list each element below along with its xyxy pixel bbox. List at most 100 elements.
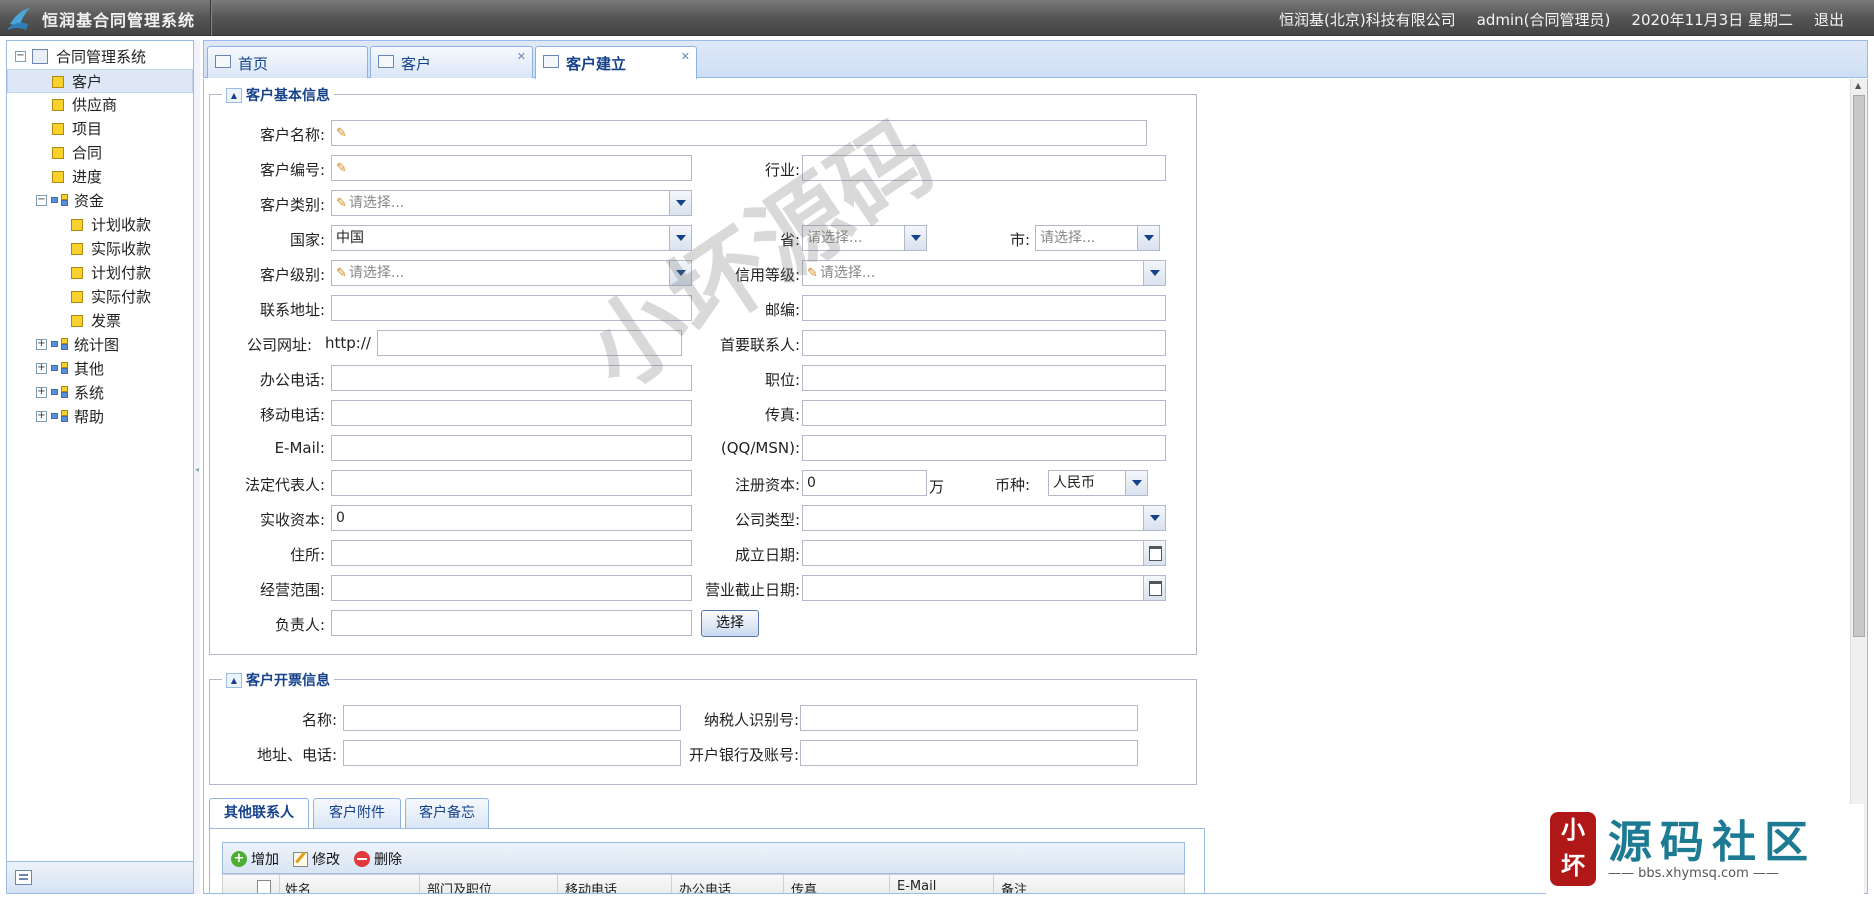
delete-button[interactable]: 删除 — [354, 849, 402, 869]
tab-home[interactable]: 首页 — [207, 46, 368, 78]
tree-item-progress[interactable]: 进度 — [7, 165, 193, 189]
dropdown-arrow-icon[interactable] — [1125, 471, 1147, 495]
tree-item-contract[interactable]: 合同 — [7, 141, 193, 165]
registered-capital-input[interactable]: 0 — [802, 470, 927, 496]
position-input[interactable] — [802, 365, 1166, 391]
tab-other-contacts[interactable]: 其他联系人 — [209, 798, 309, 829]
expiry-date-input[interactable] — [802, 575, 1166, 601]
label-legal-rep: 法定代表人: — [244, 476, 325, 494]
dropdown-arrow-icon[interactable] — [669, 261, 691, 285]
tree-item-planned-payment[interactable]: 计划付款 — [7, 261, 193, 285]
country-select[interactable]: 中国 — [331, 225, 692, 251]
edit-button[interactable]: 修改 — [293, 849, 340, 869]
tree-item-project[interactable]: 项目 — [7, 117, 193, 141]
calendar-icon[interactable] — [1143, 576, 1165, 600]
collapse-arrow-icon[interactable]: ◂ — [195, 465, 199, 475]
bank-account-input[interactable] — [800, 740, 1138, 766]
province-select[interactable]: 请选择... — [802, 225, 927, 251]
tab-attachments[interactable]: 客户附件 — [313, 798, 401, 828]
expand-icon[interactable]: + — [36, 363, 47, 374]
customer-level-select[interactable]: ✎ 请选择... — [331, 260, 692, 286]
collapse-section-icon[interactable]: ▲ — [226, 672, 242, 688]
tree-item-actual-receipt[interactable]: 实际收款 — [7, 237, 193, 261]
address-input[interactable] — [331, 295, 692, 321]
tax-id-input[interactable] — [800, 705, 1138, 731]
tree-item-actual-payment[interactable]: 实际付款 — [7, 285, 193, 309]
calendar-icon[interactable] — [1143, 541, 1165, 565]
logout-link[interactable]: 退出 — [1814, 9, 1844, 30]
close-icon[interactable]: ✕ — [517, 50, 526, 63]
dropdown-arrow-icon[interactable] — [1143, 506, 1165, 530]
scroll-up-icon[interactable]: ▲ — [1855, 81, 1861, 90]
label-mobile: 移动电话: — [259, 406, 325, 424]
tab-customer-create[interactable]: 客户建立 ✕ — [535, 46, 697, 79]
tree-root[interactable]: − 合同管理系统 — [7, 45, 193, 69]
zip-input[interactable] — [802, 295, 1166, 321]
tree-item-customer[interactable]: 客户 — [7, 69, 193, 93]
mobile-input[interactable] — [331, 400, 692, 426]
tree-item-supplier[interactable]: 供应商 — [7, 93, 193, 117]
tree-group-charts[interactable]: + 统计图 — [7, 333, 193, 357]
residence-input[interactable] — [331, 540, 692, 566]
tree-item-planned-receipt[interactable]: 计划收款 — [7, 213, 193, 237]
tab-memos[interactable]: 客户备忘 — [405, 798, 489, 828]
close-icon[interactable]: ✕ — [681, 50, 690, 63]
column-header[interactable]: 传真 — [791, 879, 817, 893]
city-select[interactable]: 请选择... — [1035, 225, 1160, 251]
address-phone-input[interactable] — [343, 740, 681, 766]
customer-name-input[interactable]: ✎ — [331, 120, 1147, 146]
tree-item-invoice[interactable]: 发票 — [7, 309, 193, 333]
column-header[interactable]: 办公电话 — [679, 879, 731, 893]
collapse-icon[interactable]: − — [36, 195, 47, 206]
add-button[interactable]: + 增加 — [231, 849, 279, 869]
expand-icon[interactable]: + — [36, 387, 47, 398]
dropdown-arrow-icon[interactable] — [1143, 261, 1165, 285]
folder-group-icon — [51, 338, 71, 351]
dropdown-arrow-icon[interactable] — [669, 191, 691, 215]
list-icon[interactable] — [15, 870, 32, 885]
business-scope-input[interactable] — [331, 575, 692, 601]
customer-code-input[interactable]: ✎ — [331, 155, 692, 181]
dropdown-arrow-icon[interactable] — [669, 226, 691, 250]
established-date-input[interactable] — [802, 540, 1166, 566]
company-name: 恒润基(北京)科技有限公司 — [1278, 11, 1456, 29]
dropdown-arrow-icon[interactable] — [1137, 226, 1159, 250]
office-phone-input[interactable] — [331, 365, 692, 391]
company-type-select[interactable] — [802, 505, 1166, 531]
level-placeholder: 请选择... — [348, 265, 405, 281]
column-header[interactable]: 部门及职位 — [427, 879, 492, 893]
tree-group-system[interactable]: + 系统 — [7, 381, 193, 405]
invoice-name-input[interactable] — [343, 705, 681, 731]
paid-capital-input[interactable]: 0 — [331, 505, 692, 531]
qq-input[interactable] — [802, 435, 1166, 461]
expand-icon[interactable]: + — [36, 411, 47, 422]
owner-input[interactable] — [331, 610, 692, 636]
collapse-section-icon[interactable]: ▲ — [226, 87, 242, 103]
tree-group-help[interactable]: + 帮助 — [7, 405, 193, 429]
primary-contact-input[interactable] — [802, 330, 1166, 356]
column-header[interactable]: 备注 — [1001, 879, 1027, 893]
dropdown-arrow-icon[interactable] — [904, 226, 926, 250]
industry-input[interactable] — [802, 155, 1166, 181]
column-header[interactable]: 移动电话 — [565, 879, 617, 893]
credit-level-select[interactable]: ✎ 请选择... — [802, 260, 1166, 286]
website-input[interactable] — [377, 330, 682, 356]
panel-splitter[interactable]: ◂ — [194, 40, 200, 894]
expand-icon[interactable]: + — [36, 339, 47, 350]
customer-category-select[interactable]: ✎ 请选择... — [331, 190, 692, 216]
tab-customer[interactable]: 客户 ✕ — [370, 46, 533, 78]
tree-group-other[interactable]: + 其他 — [7, 357, 193, 381]
label-fax: 传真: — [764, 406, 800, 424]
column-header[interactable]: E-Mail — [897, 879, 936, 893]
fax-input[interactable] — [802, 400, 1166, 426]
vertical-scrollbar[interactable]: ▲ — [1850, 79, 1867, 893]
scrollbar-thumb[interactable] — [1853, 95, 1865, 637]
tree-group-funds[interactable]: − 资金 — [7, 189, 193, 213]
collapse-icon[interactable]: − — [15, 51, 26, 62]
currency-select[interactable]: 人民币 — [1048, 470, 1148, 496]
select-all-checkbox[interactable] — [257, 880, 271, 893]
select-owner-button[interactable]: 选择 — [701, 610, 759, 637]
column-header[interactable]: 姓名 — [285, 879, 311, 893]
email-input[interactable] — [331, 435, 692, 461]
legal-rep-input[interactable] — [331, 470, 692, 496]
